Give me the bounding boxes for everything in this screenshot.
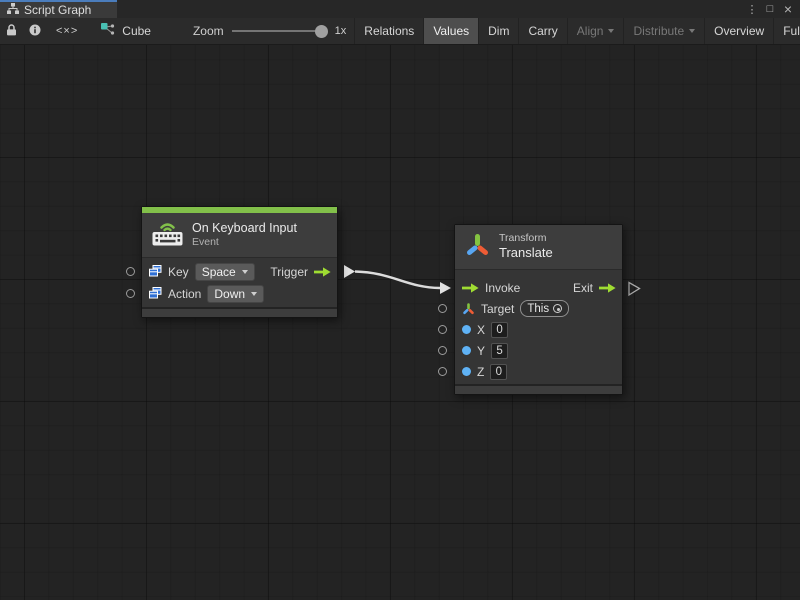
trigger-output-port[interactable]	[344, 265, 355, 278]
edit-code-button[interactable]: <×>	[47, 18, 87, 44]
scope-icon	[553, 304, 562, 313]
port-row-target: Target This	[455, 298, 622, 319]
node-on-keyboard-input[interactable]: On Keyboard Input Event Key	[141, 206, 338, 318]
x-value-input[interactable]: 0	[491, 322, 508, 338]
action-port-label: Action	[168, 287, 201, 301]
flow-arrow-icon	[314, 267, 331, 277]
node-body: Invoke Exit Target	[455, 270, 622, 384]
node-footer	[455, 384, 622, 394]
graph-context-label: Cube	[122, 24, 151, 38]
script-machine-icon	[101, 23, 116, 39]
z-value-input[interactable]: 0	[490, 364, 507, 380]
exit-port-label: Exit	[573, 281, 593, 295]
chevron-down-icon	[251, 292, 257, 296]
port-row-z: Z 0	[455, 361, 622, 382]
toolbar-button-values[interactable]: Values	[424, 18, 478, 44]
lock-icon	[6, 24, 17, 39]
port-row-y: Y 5	[455, 340, 622, 361]
title-bar: Script Graph ⋮ □ ×	[0, 0, 800, 18]
tab-script-graph[interactable]: Script Graph	[0, 0, 117, 18]
port-row-action: Action Down	[142, 283, 337, 305]
node-header: On Keyboard Input Event	[142, 213, 337, 258]
y-value-input[interactable]: 5	[491, 343, 508, 359]
chevron-down-icon	[608, 29, 614, 33]
info-button[interactable]	[23, 18, 47, 44]
target-port-label: Target	[481, 302, 514, 316]
key-input-port[interactable]	[126, 267, 135, 276]
node-translate[interactable]: Transform Translate Invoke Exit	[454, 224, 623, 395]
target-input-port[interactable]	[438, 304, 447, 313]
y-port-label: Y	[477, 344, 485, 358]
flow-arrow-icon	[462, 283, 479, 293]
node-category: Transform	[499, 232, 553, 245]
node-body: Key Space Trigger	[142, 258, 337, 307]
x-input-port[interactable]	[438, 325, 447, 334]
node-title: Translate	[499, 245, 553, 261]
value-port-dot	[462, 367, 471, 376]
lock-button[interactable]	[0, 18, 23, 44]
connection-layer	[0, 45, 800, 600]
trigger-port-label: Trigger	[270, 265, 308, 279]
node-subtitle: Event	[192, 236, 297, 249]
x-port-label: X	[477, 323, 485, 337]
value-port-dot	[462, 325, 471, 334]
zoom-slider-track	[232, 30, 327, 32]
y-input-port[interactable]	[438, 346, 447, 355]
toolbar-button-carry[interactable]: Carry	[519, 18, 566, 44]
wire-arrowhead	[440, 282, 451, 294]
tab-title: Script Graph	[24, 3, 91, 17]
node-title: On Keyboard Input	[192, 221, 297, 237]
flow-arrow-icon	[599, 283, 616, 293]
transform-mini-icon	[462, 303, 475, 315]
zoom-label: Zoom	[193, 24, 224, 38]
graph-toolbar: <×> Cube Zoom 1x	[0, 18, 800, 45]
toolbar-buttons: Relations Values Dim Carry Align Distrib…	[354, 18, 800, 44]
exit-output-port[interactable]	[629, 283, 640, 296]
zoom-value: 1x	[335, 25, 347, 37]
port-row-x: X 0	[455, 319, 622, 340]
window-controls: ⋮ □ ×	[744, 0, 800, 18]
toolbar-button-fullscreen[interactable]: Full Screen	[774, 18, 800, 44]
key-dropdown[interactable]: Space	[195, 263, 255, 281]
maximize-icon[interactable]: □	[762, 1, 778, 17]
toolbar-button-dim[interactable]: Dim	[479, 18, 518, 44]
info-icon	[29, 24, 41, 39]
zoom-slider-handle[interactable]	[315, 25, 328, 38]
keyboard-icon	[152, 220, 183, 251]
enum-icon	[149, 265, 162, 280]
zoom-control: Zoom 1x	[185, 18, 354, 44]
chevron-down-icon	[689, 29, 695, 33]
toolbar-button-overview[interactable]: Overview	[705, 18, 773, 44]
action-dropdown[interactable]: Down	[207, 285, 264, 303]
zoom-slider[interactable]	[232, 25, 327, 38]
wire-trigger-to-invoke[interactable]	[355, 272, 440, 289]
port-row-key: Key Space Trigger	[142, 261, 337, 283]
z-port-label: Z	[477, 365, 484, 379]
value-port-dot	[462, 346, 471, 355]
action-input-port[interactable]	[126, 289, 135, 298]
port-row-invoke: Invoke Exit	[455, 277, 622, 298]
toolbar-button-relations[interactable]: Relations	[355, 18, 423, 44]
key-port-label: Key	[168, 265, 189, 279]
code-icon: <×>	[56, 25, 78, 37]
script-graph-window: Script Graph ⋮ □ ×	[0, 0, 800, 600]
close-icon[interactable]: ×	[780, 1, 796, 17]
graph-context[interactable]: Cube	[95, 18, 161, 44]
enum-icon	[149, 287, 162, 302]
toolbar-button-align[interactable]: Align	[568, 18, 624, 44]
toolbar-button-distribute[interactable]: Distribute	[624, 18, 704, 44]
chevron-down-icon	[242, 270, 248, 274]
graph-hierarchy-icon	[7, 1, 19, 19]
transform-icon	[465, 233, 490, 262]
window-menu-icon[interactable]: ⋮	[744, 1, 760, 17]
node-footer	[142, 307, 337, 317]
graph-canvas[interactable]: On Keyboard Input Event Key	[0, 45, 800, 600]
z-input-port[interactable]	[438, 367, 447, 376]
invoke-port-label: Invoke	[485, 281, 520, 295]
node-header: Transform Translate	[455, 225, 622, 270]
target-object-field[interactable]: This	[520, 300, 569, 317]
